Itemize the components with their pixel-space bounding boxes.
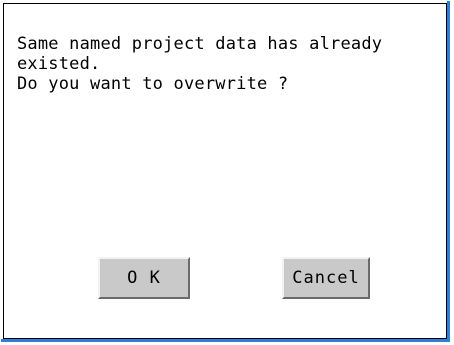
message-line-2: existed.: [17, 54, 101, 74]
message-line-3: Do you want to overwrite ?: [17, 74, 289, 94]
message-line-1: Same named project data has already: [17, 34, 383, 54]
overwrite-confirm-dialog: Same named project data has already exis…: [1, 1, 450, 342]
cancel-button[interactable]: Cancel: [282, 257, 370, 299]
dialog-message: Same named project data has already exis…: [17, 34, 437, 94]
ok-button[interactable]: O K: [98, 257, 190, 299]
